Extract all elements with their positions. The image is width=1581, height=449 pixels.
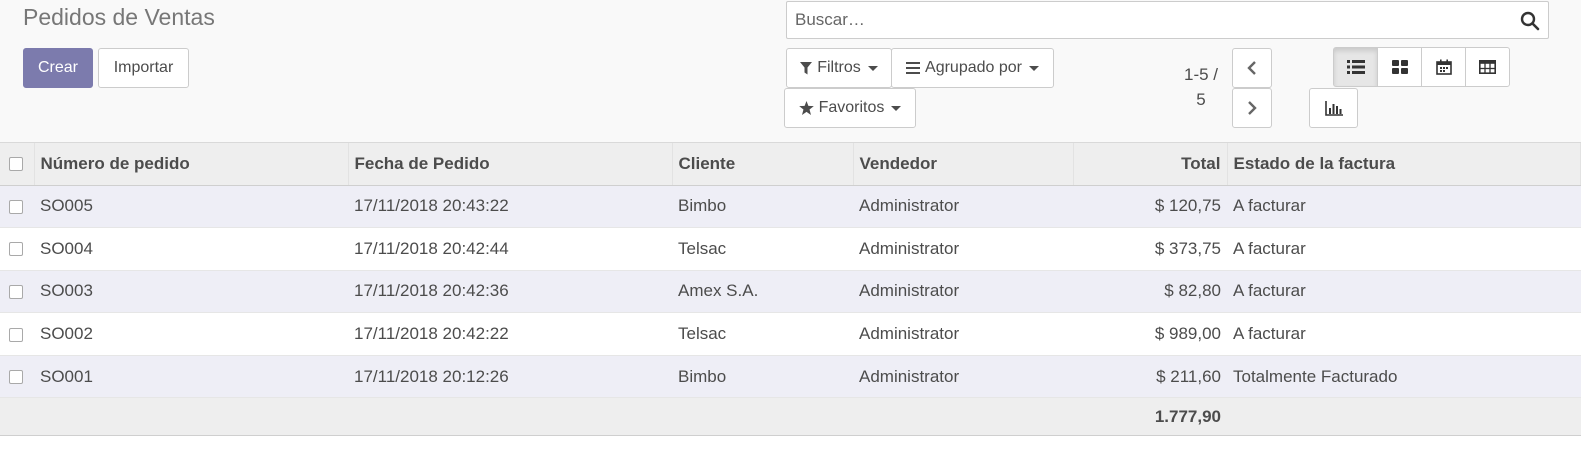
- total-cell: $ 211,60: [1073, 355, 1227, 399]
- filters-label: Filtros: [817, 59, 861, 76]
- list-view-button[interactable]: [1333, 47, 1378, 87]
- chevron-left-icon: [1247, 61, 1256, 75]
- customer-cell: Amex S.A.: [672, 270, 853, 314]
- star-icon: [798, 101, 814, 115]
- table-header-row: Número de pedido Fecha de Pedido Cliente…: [0, 143, 1581, 186]
- column-header-salesperson[interactable]: Vendedor: [853, 143, 1074, 186]
- invoice-status-cell: A facturar: [1227, 312, 1581, 356]
- sales-orders-table: Número de pedido Fecha de Pedido Cliente…: [0, 143, 1581, 437]
- row-checkbox[interactable]: [9, 199, 23, 214]
- customer-cell: Telsac: [672, 227, 853, 271]
- chevron-right-icon: [1248, 101, 1257, 115]
- salesperson-cell: Administrator: [853, 270, 1073, 314]
- salesperson-cell: Administrator: [853, 312, 1073, 356]
- invoice-status-cell: A facturar: [1227, 270, 1581, 314]
- kanban-view-button[interactable]: [1377, 47, 1422, 87]
- total-cell: $ 120,75: [1073, 185, 1227, 229]
- favorites-label: Favoritos: [818, 99, 885, 116]
- chevron-down-icon: [867, 65, 878, 71]
- pager-previous-button[interactable]: [1232, 48, 1272, 88]
- column-header-total[interactable]: Total: [1073, 143, 1228, 186]
- graph-view-button[interactable]: [1309, 88, 1358, 128]
- row-checkbox[interactable]: [9, 285, 23, 299]
- footer-total: 1.777,90: [1073, 397, 1227, 437]
- total-cell: $ 82,80: [1073, 270, 1227, 314]
- customer-cell: Bimbo: [672, 355, 853, 399]
- column-header-customer[interactable]: Cliente: [672, 143, 854, 186]
- order-number-cell: SO001: [34, 355, 348, 399]
- row-select-cell: [0, 355, 34, 399]
- calendar-view-button[interactable]: [1421, 47, 1466, 87]
- row-select-cell: [0, 312, 34, 356]
- row-checkbox[interactable]: [9, 327, 23, 342]
- search-icon[interactable]: [1520, 11, 1540, 31]
- order-number-cell: SO002: [34, 312, 348, 356]
- invoice-status-cell: A facturar: [1227, 185, 1581, 229]
- page-title: Pedidos de Ventas: [23, 4, 215, 30]
- pager-value[interactable]: 1-5 / 5: [1178, 62, 1224, 112]
- pager-next-button[interactable]: [1232, 88, 1272, 128]
- create-button[interactable]: Crear: [23, 48, 93, 88]
- salesperson-cell: Administrator: [853, 227, 1073, 271]
- control-panel: Pedidos de Ventas Crear Importar Filtros…: [0, 0, 1581, 143]
- search-input[interactable]: [793, 2, 1513, 38]
- row-select-cell: [0, 227, 34, 271]
- search-box: [786, 1, 1549, 39]
- row-checkbox[interactable]: [9, 242, 23, 257]
- invoice-status-cell: Totalmente Facturado: [1227, 355, 1581, 399]
- salesperson-cell: Administrator: [853, 355, 1073, 399]
- order-number-cell: SO004: [34, 227, 348, 271]
- customer-cell: Telsac: [672, 312, 853, 356]
- order-date-cell: 17/11/2018 20:42:44: [348, 227, 672, 271]
- total-cell: $ 373,75: [1073, 227, 1227, 271]
- column-header-invoice-status[interactable]: Estado de la factura: [1227, 143, 1581, 186]
- total-cell: $ 989,00: [1073, 312, 1227, 356]
- table-row[interactable]: SO001 17/11/2018 20:12:26 Bimbo Administ…: [0, 355, 1581, 399]
- order-number-cell: SO005: [34, 185, 348, 229]
- row-checkbox[interactable]: [9, 370, 23, 385]
- select-all-cell: [0, 143, 35, 186]
- graph-icon: [1324, 100, 1343, 116]
- import-button[interactable]: Importar: [98, 48, 189, 88]
- list-icon: [1346, 60, 1365, 74]
- kanban-icon: [1391, 60, 1408, 74]
- order-number-cell: SO003: [34, 270, 348, 314]
- chevron-down-icon: [891, 105, 902, 111]
- table-row[interactable]: SO003 17/11/2018 20:42:36 Amex S.A. Admi…: [0, 270, 1581, 314]
- table-footer-row: 1.777,90: [0, 397, 1581, 437]
- chevron-down-icon: [1028, 65, 1039, 71]
- bars-icon: [906, 62, 921, 74]
- order-date-cell: 17/11/2018 20:42:22: [348, 312, 672, 356]
- pivot-icon: [1479, 60, 1496, 74]
- order-date-cell: 17/11/2018 20:12:26: [348, 355, 672, 399]
- table-row[interactable]: SO005 17/11/2018 20:43:22 Bimbo Administ…: [0, 185, 1581, 229]
- pivot-view-button[interactable]: [1465, 47, 1510, 87]
- table-row[interactable]: SO002 17/11/2018 20:42:22 Telsac Adminis…: [0, 312, 1581, 356]
- row-select-cell: [0, 185, 34, 229]
- row-select-cell: [0, 270, 34, 314]
- salesperson-cell: Administrator: [853, 185, 1073, 229]
- group-by-label: Agrupado por: [925, 59, 1022, 76]
- favorites-button[interactable]: Favoritos: [784, 88, 916, 128]
- calendar-icon: [1435, 59, 1452, 75]
- group-by-button[interactable]: Agrupado por: [891, 48, 1054, 88]
- order-date-cell: 17/11/2018 20:43:22: [348, 185, 672, 229]
- customer-cell: Bimbo: [672, 185, 853, 229]
- filters-button[interactable]: Filtros: [786, 48, 892, 88]
- invoice-status-cell: A facturar: [1227, 227, 1581, 271]
- column-header-order-date[interactable]: Fecha de Pedido: [348, 143, 673, 186]
- filter-icon: [800, 61, 813, 74]
- column-header-order-number[interactable]: Número de pedido: [34, 143, 349, 186]
- order-date-cell: 17/11/2018 20:42:36: [348, 270, 672, 314]
- select-all-checkbox[interactable]: [9, 157, 23, 172]
- table-row[interactable]: SO004 17/11/2018 20:42:44 Telsac Adminis…: [0, 227, 1581, 271]
